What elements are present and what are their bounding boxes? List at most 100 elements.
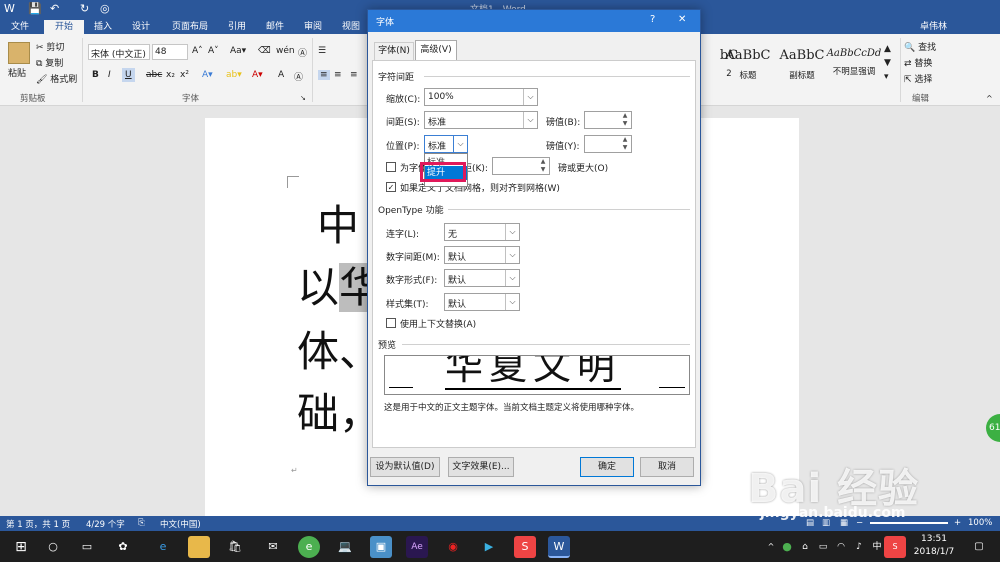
cancel-button[interactable]: 取消 [640, 457, 694, 477]
tab-design[interactable]: 设计 [124, 20, 158, 34]
enclose-char-icon[interactable]: Ⓐ [298, 46, 307, 59]
browser-360-icon[interactable]: e [298, 536, 320, 558]
chevron-down-icon[interactable]: ⌵ [523, 112, 537, 128]
action-center-icon[interactable]: ▢ [968, 536, 990, 558]
edge-browser-icon[interactable]: e [152, 536, 174, 558]
font-color-icon[interactable]: A▾ [252, 70, 263, 80]
clock-date[interactable]: 2018/1/7 [910, 547, 958, 557]
chevron-down-icon[interactable]: ⌵ [453, 136, 467, 152]
tab-mailings[interactable]: 邮件 [260, 20, 290, 34]
replace-button[interactable]: ⇄ 替换 [904, 56, 932, 69]
dialog-close-button[interactable]: ✕ [678, 14, 686, 25]
undo-icon[interactable]: ↶ [50, 2, 59, 15]
style-scroll-up-icon[interactable]: ▲ [884, 44, 891, 54]
mail-icon[interactable]: ✉ [262, 536, 284, 558]
tab-view[interactable]: 视图 [336, 20, 366, 34]
kerning-spinner[interactable]: ▲ ▼ [492, 157, 550, 175]
style-subtitle[interactable]: AaBbC 副标题 [772, 38, 832, 86]
tab-review[interactable]: 审阅 [298, 20, 328, 34]
shrink-font-icon[interactable]: A˅ [208, 46, 219, 56]
position-combo[interactable]: 标准 ⌵ [424, 135, 468, 153]
underline-icon[interactable]: U [122, 68, 135, 82]
sogou-tray-icon[interactable]: S [884, 536, 906, 558]
paste-icon[interactable] [8, 42, 30, 64]
tab-references[interactable]: 引用 [222, 20, 252, 34]
num-form-combo[interactable]: 默认 ⌵ [444, 269, 520, 287]
subscript-icon[interactable]: x₂ [166, 70, 175, 80]
bold-icon[interactable]: B [92, 70, 99, 80]
sogou-app-icon[interactable]: S [514, 536, 536, 558]
zoom-slider[interactable] [870, 522, 948, 524]
spacing-combo[interactable]: 标准 ⌵ [424, 111, 538, 129]
font-dialog-launcher-icon[interactable]: ↘ [300, 94, 306, 102]
spin-down-icon[interactable]: ▼ [619, 120, 631, 128]
chevron-down-icon[interactable]: ⌵ [505, 247, 519, 263]
find-button[interactable]: 🔍 查找 [904, 40, 936, 53]
tab-insert[interactable]: 插入 [86, 20, 120, 34]
align-left-icon[interactable]: ≡ [318, 70, 330, 80]
chevron-down-icon[interactable]: ⌵ [523, 89, 537, 105]
tab-layout[interactable]: 页面布局 [164, 20, 216, 34]
zoom-in-icon[interactable]: + [954, 518, 961, 528]
snap-to-grid-checkbox[interactable]: ✓ [386, 182, 396, 192]
grow-font-icon[interactable]: A˄ [192, 46, 203, 56]
user-name[interactable]: 卓伟林 [920, 20, 980, 34]
position-pt-spinner[interactable]: ▲ ▼ [584, 135, 632, 153]
store-icon[interactable]: 🛍 [224, 536, 246, 558]
phonetic-guide-icon[interactable]: wén [276, 46, 295, 56]
laptop-app-icon[interactable]: 💻 [334, 536, 356, 558]
clock-time[interactable]: 13:51 [910, 534, 958, 544]
dialog-help-button[interactable]: ? [650, 14, 655, 25]
format-painter-button[interactable]: 🖌 格式刷 [36, 72, 77, 85]
word-taskbar-icon[interactable]: W [548, 536, 570, 558]
task-view-icon[interactable]: ▭ [76, 536, 98, 558]
num-spacing-combo[interactable]: 默认 ⌵ [444, 246, 520, 264]
after-effects-icon[interactable]: Ae [406, 536, 428, 558]
spin-up-icon[interactable]: ▲ [619, 112, 631, 120]
scale-combo[interactable]: 100% ⌵ [424, 88, 538, 106]
paste-button[interactable]: 粘贴 [8, 66, 26, 79]
align-center-icon[interactable]: ≡ [334, 70, 342, 80]
collapse-ribbon-icon[interactable]: ^ [986, 94, 993, 103]
highlight-icon[interactable]: ab▾ [226, 70, 242, 80]
proofing-icon[interactable]: ⎘ [138, 518, 145, 528]
superscript-icon[interactable]: x² [180, 70, 189, 80]
spin-up-icon[interactable]: ▲ [537, 158, 549, 166]
tab-file[interactable]: 文件 [0, 20, 40, 34]
text-effects-button[interactable]: 文字效果(E)... [448, 457, 514, 477]
italic-icon[interactable]: I [108, 70, 111, 80]
font-size-combo[interactable]: 48 [152, 44, 188, 60]
spin-up-icon[interactable]: ▲ [619, 136, 631, 144]
search-circle-icon[interactable]: ○ [42, 536, 64, 558]
copy-button[interactable]: ⧉ 复制 [36, 56, 63, 69]
style-title[interactable]: AaBbC 标题 [718, 38, 778, 86]
kerning-checkbox[interactable] [386, 162, 396, 172]
text-effects-icon[interactable]: A▾ [202, 70, 213, 80]
save-icon[interactable]: 💾 [28, 2, 42, 15]
cut-button[interactable]: ✂ 剪切 [36, 40, 64, 53]
style-scroll-down-icon[interactable]: ▼ [884, 58, 891, 68]
clear-format-icon[interactable]: ⌫ [258, 46, 271, 56]
contextual-alternates-checkbox[interactable] [386, 318, 396, 328]
font-name-combo[interactable]: 宋体 (中文正) [88, 44, 150, 60]
redo-icon[interactable]: ↻ [80, 2, 89, 15]
chevron-down-icon[interactable]: ⌵ [505, 294, 519, 310]
chevron-down-icon[interactable]: ⌵ [505, 224, 519, 240]
style-subtle-emphasis[interactable]: AaBbCcDd 不明显强调 [826, 38, 882, 86]
status-language[interactable]: 中文(中国) [160, 518, 201, 530]
ligature-combo[interactable]: 无 ⌵ [444, 223, 520, 241]
netease-music-icon[interactable]: ◉ [442, 536, 464, 558]
style-more-icon[interactable]: ▾ [884, 72, 889, 82]
zoom-level[interactable]: 100% [968, 518, 992, 528]
style-set-combo[interactable]: 默认 ⌵ [444, 293, 520, 311]
strikethrough-icon[interactable]: abc [146, 70, 162, 80]
bullets-icon[interactable]: ☰ [318, 46, 326, 56]
fan-app-icon[interactable]: ✿ [112, 536, 134, 558]
char-shading-icon[interactable]: A [278, 70, 284, 80]
file-explorer-icon[interactable] [188, 536, 210, 558]
tab-font[interactable]: 字体(N) [374, 42, 414, 60]
change-case-icon[interactable]: Aa▾ [230, 46, 246, 56]
spin-down-icon[interactable]: ▼ [619, 144, 631, 152]
play-app-icon[interactable]: ▶ [478, 536, 500, 558]
set-default-button[interactable]: 设为默认值(D) [370, 457, 440, 477]
